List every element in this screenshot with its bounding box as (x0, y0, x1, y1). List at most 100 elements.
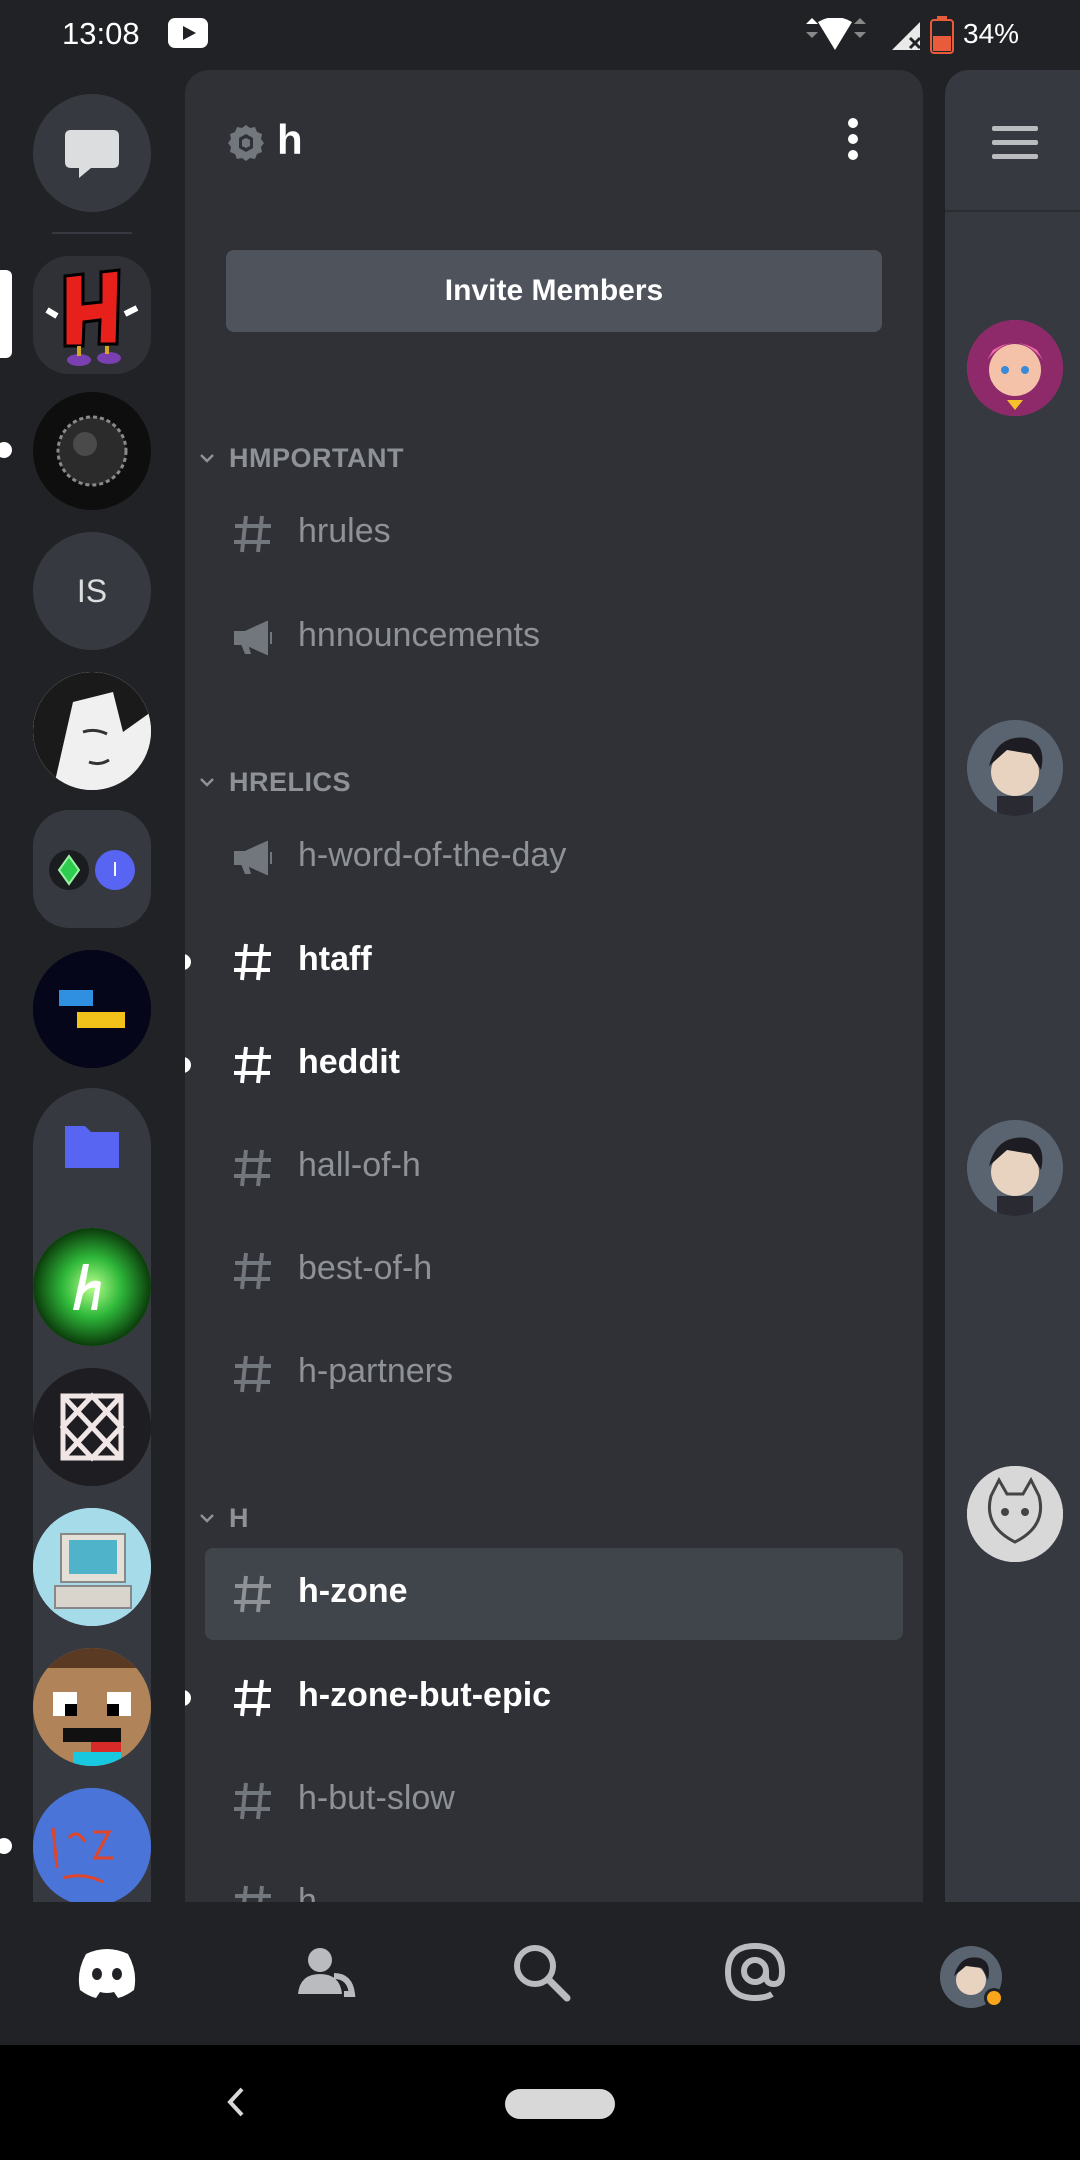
channel-hrules[interactable]: hrules (205, 488, 903, 580)
server-geometric-icon[interactable] (33, 1368, 151, 1486)
channel-heddit[interactable]: heddit (185, 1019, 903, 1111)
server-initials: IS (76, 573, 108, 609)
server-folder-group (33, 1088, 151, 1902)
geometric-logo-icon (33, 1368, 151, 1486)
hash-icon (234, 1252, 271, 1290)
blue-writing-icon (33, 1788, 151, 1902)
retro-computer-icon (33, 1508, 151, 1626)
h-mascot-icon (45, 268, 139, 366)
member-panel-header (945, 70, 1080, 212)
channel-htaff[interactable]: htaff (185, 916, 903, 1008)
chat-bubble-icon (65, 130, 119, 178)
unread-indicator (185, 954, 191, 970)
back-icon[interactable] (220, 2083, 250, 2121)
channel-panel: h Invite Members HMPORTANT hrules hnnoun… (185, 70, 923, 1902)
server-dark-orb-icon[interactable] (33, 392, 151, 510)
channel-name: h-zone (298, 1572, 408, 1610)
home-gesture-pill[interactable] (505, 2089, 615, 2119)
server-rail: IS I (0, 70, 185, 1902)
green-h-logo-icon (33, 1228, 151, 1346)
category-hrelics[interactable]: HRELICS (197, 762, 351, 802)
megaphone-icon (234, 840, 272, 876)
wifi-icon (806, 18, 866, 50)
hash-icon (234, 943, 271, 981)
megaphone-icon (234, 620, 272, 656)
server-is-icon[interactable]: IS (33, 532, 151, 650)
unread-indicator (185, 1690, 191, 1706)
member-avatar[interactable] (967, 320, 1063, 416)
anime-girl-avatar-icon (967, 320, 1063, 416)
server-boost-icon (228, 125, 264, 161)
channel-hnnouncements[interactable]: hnnouncements (205, 592, 903, 684)
unread-dot (0, 1838, 12, 1854)
channel-h-partners[interactable]: h-partners (205, 1328, 903, 1420)
server-pixel-face-icon[interactable] (33, 1648, 151, 1766)
channel-name: h (298, 1882, 317, 1902)
rail-separator (52, 232, 132, 234)
channel-h-but-slow[interactable]: h-but-slow (205, 1755, 903, 1847)
channel-name: h-partners (298, 1352, 453, 1390)
sketch-cat-avatar-icon (967, 1466, 1063, 1562)
pixel-face-icon (33, 1648, 151, 1766)
channel-h-zone[interactable]: h-zone (205, 1548, 903, 1640)
server-green-h-icon[interactable] (33, 1228, 151, 1346)
green-gem-icon (49, 850, 89, 890)
invite-members-button[interactable]: Invite Members (226, 250, 882, 332)
category-hmportant[interactable]: HMPORTANT (197, 438, 404, 478)
channel-name: hall-of-h (298, 1146, 421, 1184)
category-label: HRELICS (229, 766, 352, 797)
hash-icon (234, 1575, 271, 1613)
server-folder-icon[interactable] (33, 1088, 151, 1206)
selected-server-indicator (0, 270, 12, 358)
server-sky-rel-icon[interactable] (33, 950, 151, 1068)
channel-h[interactable]: h (205, 1858, 903, 1902)
server-header[interactable]: h (185, 70, 923, 220)
server-computer-icon[interactable] (33, 1508, 151, 1626)
server-letter-badge: I (95, 850, 135, 890)
server-h-icon[interactable] (33, 256, 151, 374)
hash-icon (234, 515, 271, 553)
channel-name: h-but-slow (298, 1779, 455, 1817)
bottom-nav (0, 1902, 1080, 2045)
channel-name: h-word-of-the-day (298, 836, 567, 874)
more-options-icon[interactable] (841, 118, 865, 168)
member-panel (945, 70, 1080, 1902)
chevron-down-icon (200, 778, 214, 787)
channel-name: h-zone-but-epic (298, 1676, 552, 1714)
channel-h-zone-but-epic[interactable]: h-zone-but-epic (185, 1652, 903, 1744)
server-combo-group[interactable]: I (33, 810, 151, 928)
mentions-icon[interactable] (720, 1936, 790, 2006)
hash-icon (234, 1355, 271, 1393)
category-label: H (229, 1502, 249, 1533)
member-avatar[interactable] (967, 1120, 1063, 1216)
status-bar: 13:08 34% (0, 0, 1080, 70)
hamburger-menu-icon[interactable] (992, 126, 1038, 160)
channel-hall-of-h[interactable]: hall-of-h (205, 1122, 903, 1214)
category-label: HMPORTANT (229, 442, 404, 473)
channel-name: heddit (298, 1043, 400, 1081)
unread-dot (0, 442, 12, 458)
channel-name: hnnouncements (298, 616, 540, 654)
member-avatar[interactable] (967, 720, 1063, 816)
direct-messages-button[interactable] (33, 94, 151, 212)
server-blue-writing-icon[interactable] (33, 1788, 151, 1902)
signal-icon (892, 22, 922, 50)
server-manga-icon[interactable] (33, 672, 151, 790)
manga-face-icon (33, 672, 151, 790)
category-h[interactable]: H (197, 1498, 249, 1538)
status-time: 13:08 (62, 16, 140, 51)
idle-status-icon (984, 1988, 1004, 2008)
home-icon[interactable] (72, 1936, 142, 2006)
unread-indicator (185, 1057, 191, 1073)
hash-icon (234, 1149, 271, 1187)
chevron-down-icon (200, 454, 214, 463)
folder-icon (65, 1126, 119, 1168)
server-name: h (277, 116, 303, 163)
channel-best-of-h[interactable]: best-of-h (205, 1225, 903, 1317)
channel-h-word-of-the-day[interactable]: h-word-of-the-day (205, 812, 903, 904)
dark-hair-avatar-icon (967, 720, 1063, 816)
friends-icon[interactable] (290, 1936, 360, 2006)
member-avatar[interactable] (967, 1466, 1063, 1562)
search-icon[interactable] (505, 1936, 575, 2006)
channel-name: htaff (298, 940, 372, 978)
